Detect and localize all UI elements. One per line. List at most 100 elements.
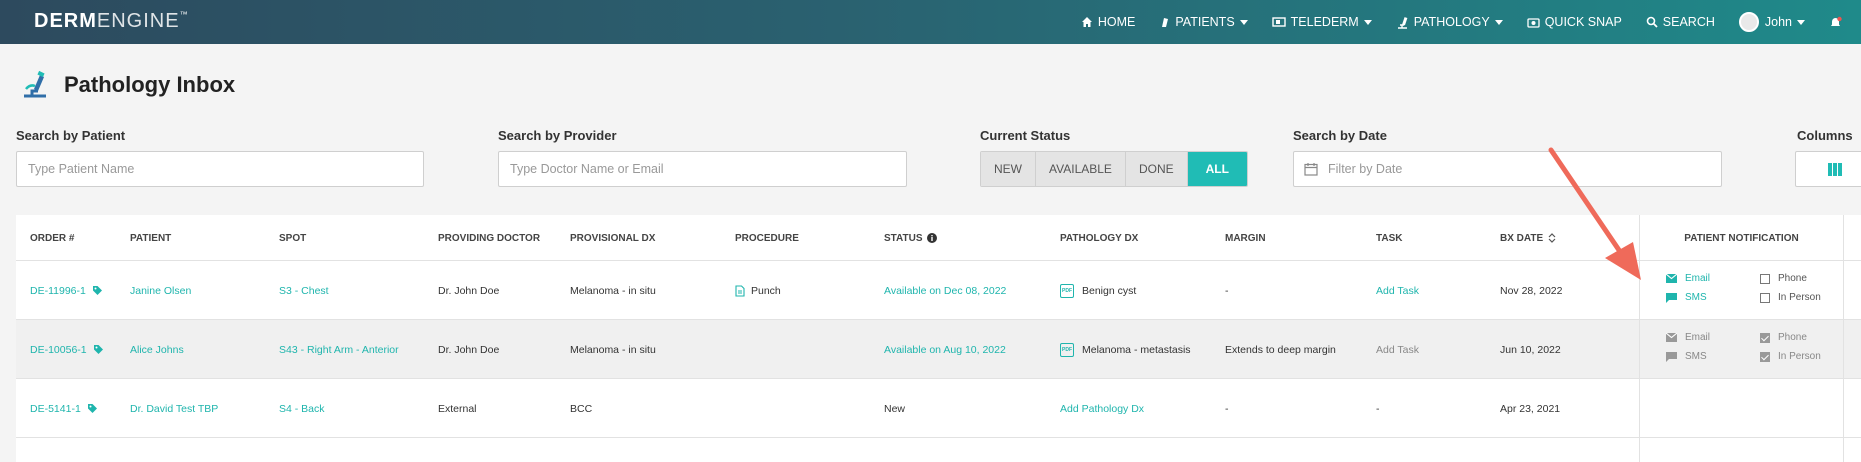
spot-link[interactable]: S3 - Chest bbox=[279, 261, 329, 320]
home-icon bbox=[1081, 17, 1092, 27]
logo-tm: ™ bbox=[179, 10, 189, 19]
microscope-icon bbox=[1397, 16, 1408, 29]
provider-search-input[interactable] bbox=[498, 151, 907, 187]
phone-checkbox[interactable] bbox=[1760, 273, 1770, 284]
notif-in-person[interactable]: In Person bbox=[1760, 292, 1821, 303]
nav-home-label: HOME bbox=[1097, 15, 1136, 29]
bx-date-cell: Apr 23, 2021 bbox=[1500, 402, 1561, 415]
providing-doctor-cell: External bbox=[438, 402, 477, 415]
pdf-icon[interactable]: PDF bbox=[1060, 342, 1074, 357]
nav-quick-snap[interactable]: QUICK SNAP bbox=[1527, 15, 1622, 29]
in-person-checkbox[interactable] bbox=[1760, 351, 1770, 362]
order-number-cell[interactable]: DE-11996-1 bbox=[30, 261, 103, 320]
nav-user-menu[interactable]: John bbox=[1738, 12, 1805, 32]
patient-name-link[interactable]: Janine Olsen bbox=[130, 261, 191, 320]
table-row[interactable]: DE-10056-1 Alice Johns S43 - Right Arm -… bbox=[16, 320, 1861, 379]
header-providing-doctor[interactable]: PROVIDING DOCTOR bbox=[438, 215, 540, 261]
patient-search-label: Search by Patient bbox=[16, 128, 126, 143]
providing-doctor-cell: Dr. John Doe bbox=[438, 343, 500, 356]
procedure-cell: Punch bbox=[735, 261, 781, 320]
header-spot[interactable]: SPOT bbox=[279, 215, 306, 261]
header-patient[interactable]: PATIENT bbox=[130, 215, 171, 261]
patient-search-input[interactable] bbox=[16, 151, 424, 187]
notif-sms-label: SMS bbox=[1685, 292, 1707, 303]
header-status[interactable]: STATUS bbox=[884, 215, 937, 261]
table-row[interactable] bbox=[16, 438, 1861, 462]
columns-toggle-button[interactable] bbox=[1795, 151, 1861, 187]
status-link[interactable]: Available on Dec 08, 2022 bbox=[884, 261, 1006, 320]
notif-in-person[interactable]: In Person bbox=[1760, 351, 1821, 362]
pathology-dx-cell[interactable]: PDF Benign cyst bbox=[1060, 261, 1136, 320]
margin-cell: Extends to deep margin bbox=[1225, 343, 1336, 356]
header-pathology-dx[interactable]: PATHOLOGY DX bbox=[1060, 215, 1138, 261]
provisional-dx-cell: Melanoma - in situ bbox=[570, 284, 656, 297]
notif-email-label: Email bbox=[1685, 332, 1711, 343]
calendar-icon bbox=[1304, 163, 1318, 176]
notif-email[interactable]: Email bbox=[1666, 332, 1710, 343]
patient-name-link[interactable]: Alice Johns bbox=[130, 320, 184, 379]
in-person-checkbox[interactable] bbox=[1760, 292, 1770, 303]
add-task-link[interactable]: Add Task bbox=[1376, 320, 1419, 379]
notif-email[interactable]: Email bbox=[1666, 273, 1710, 284]
patient-notification-cell: Email SMS Phone In Person bbox=[1639, 261, 1844, 319]
provider-search-label: Search by Provider bbox=[498, 128, 617, 143]
notif-in-person-label: In Person bbox=[1778, 351, 1821, 362]
bell-icon bbox=[1831, 16, 1842, 26]
header-provisional-dx[interactable]: PROVISIONAL DX bbox=[570, 215, 655, 261]
notif-sms[interactable]: SMS bbox=[1666, 292, 1707, 303]
pdf-icon[interactable]: PDF bbox=[1060, 283, 1074, 298]
patient-notification-cell bbox=[1639, 438, 1844, 462]
header-task[interactable]: TASK bbox=[1376, 215, 1402, 261]
header-procedure[interactable]: PROCEDURE bbox=[735, 215, 799, 261]
nav-pathology[interactable]: PATHOLOGY bbox=[1396, 15, 1503, 29]
notif-sms[interactable]: SMS bbox=[1666, 351, 1707, 362]
status-available-button[interactable]: AVAILABLE bbox=[1036, 152, 1126, 186]
status-done-button[interactable]: DONE bbox=[1125, 152, 1188, 186]
order-number-cell[interactable]: DE-10056-1 bbox=[30, 320, 104, 379]
date-filter-field[interactable] bbox=[1293, 151, 1722, 187]
document-icon bbox=[735, 284, 745, 297]
chevron-down-icon bbox=[1239, 19, 1248, 25]
nav-notifications[interactable] bbox=[1829, 16, 1847, 29]
header-order[interactable]: ORDER # bbox=[30, 215, 74, 261]
dermengine-logo[interactable]: DERMENGINE™ bbox=[34, 10, 189, 33]
annotation-arrow-icon bbox=[1548, 147, 1641, 280]
info-icon[interactable] bbox=[926, 233, 937, 243]
status-filter-group: NEW AVAILABLE DONE ALL bbox=[980, 151, 1248, 187]
nav-search[interactable]: SEARCH bbox=[1646, 15, 1715, 29]
chat-icon bbox=[1666, 351, 1677, 362]
table-row[interactable]: DE-5141-1 Dr. David Test TBP S4 - Back E… bbox=[16, 379, 1861, 438]
nav-patients[interactable]: PATIENTS bbox=[1159, 15, 1248, 29]
notif-in-person-label: In Person bbox=[1778, 292, 1821, 303]
notif-phone[interactable]: Phone bbox=[1760, 332, 1807, 343]
notif-phone[interactable]: Phone bbox=[1760, 273, 1807, 284]
status-all-button[interactable]: ALL bbox=[1187, 152, 1247, 186]
notif-sms-label: SMS bbox=[1685, 351, 1707, 362]
tag-icon bbox=[92, 286, 102, 295]
spot-link[interactable]: S43 - Right Arm - Anterior bbox=[279, 320, 399, 379]
patient-name-link[interactable]: Dr. David Test TBP bbox=[130, 379, 218, 438]
add-task-link[interactable]: Add Task bbox=[1376, 261, 1419, 320]
status-cell: New bbox=[884, 402, 906, 415]
pathology-dx-label: Melanoma - metastasis bbox=[1082, 343, 1191, 356]
order-number: DE-10056-1 bbox=[30, 343, 87, 356]
nav-home[interactable]: HOME bbox=[1081, 15, 1136, 29]
top-navbar: DERMENGINE™ HOME PATIENTS TELEDERM PATHO… bbox=[0, 0, 1861, 44]
pathology-dx-cell[interactable]: PDF Melanoma - metastasis bbox=[1060, 320, 1191, 379]
header-margin[interactable]: MARGIN bbox=[1225, 215, 1266, 261]
bx-date-cell: Jun 10, 2022 bbox=[1500, 343, 1561, 356]
spot-link[interactable]: S4 - Back bbox=[279, 379, 325, 438]
add-pathology-dx-link[interactable]: Add Pathology Dx bbox=[1060, 379, 1144, 438]
status-new-button[interactable]: NEW bbox=[981, 152, 1036, 186]
email-icon bbox=[1666, 333, 1677, 342]
order-number-cell[interactable]: DE-5141-1 bbox=[30, 379, 98, 438]
avatar bbox=[1738, 12, 1759, 32]
email-icon bbox=[1666, 274, 1677, 283]
patients-icon bbox=[1162, 18, 1169, 27]
phone-checkbox[interactable] bbox=[1760, 332, 1770, 343]
patient-notification-cell: Email SMS Phone In Person bbox=[1639, 320, 1844, 378]
current-status-label: Current Status bbox=[980, 128, 1071, 143]
nav-telederm[interactable]: TELEDERM bbox=[1271, 15, 1372, 29]
procedure-label: Punch bbox=[751, 284, 781, 297]
status-link[interactable]: Available on Aug 10, 2022 bbox=[884, 320, 1006, 379]
